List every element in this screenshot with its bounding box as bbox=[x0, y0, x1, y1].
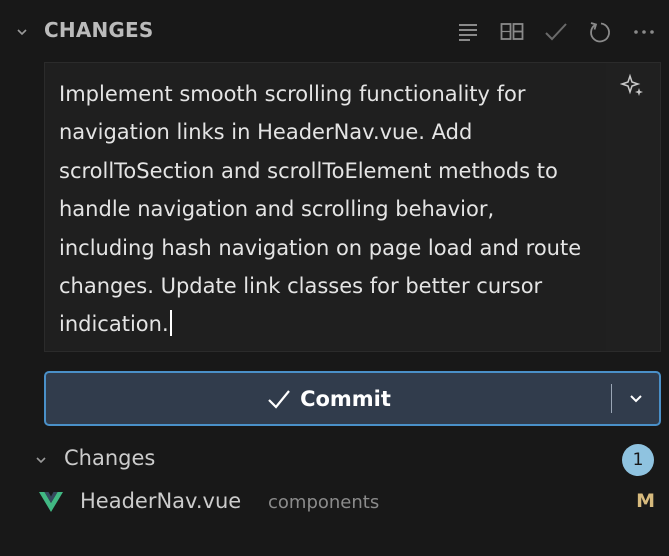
commit-message-input[interactable]: Implement smooth scrolling functionality… bbox=[44, 62, 661, 352]
sparkle-icon[interactable] bbox=[620, 73, 646, 99]
changes-header[interactable]: CHANGES bbox=[0, 0, 669, 62]
file-name: HeaderNav.vue bbox=[80, 489, 242, 513]
changes-group-header[interactable]: Changes 1 bbox=[0, 442, 669, 476]
vue-icon bbox=[39, 492, 63, 512]
tree-view-icon[interactable] bbox=[497, 17, 527, 47]
changes-group-label: Changes bbox=[64, 446, 156, 470]
commit-button-group: Commit bbox=[44, 371, 661, 426]
commit-options-dropdown[interactable] bbox=[612, 373, 659, 424]
check-icon[interactable] bbox=[541, 17, 571, 47]
list-icon[interactable] bbox=[453, 17, 483, 47]
chevron-down-icon[interactable] bbox=[16, 26, 28, 38]
section-title: CHANGES bbox=[44, 18, 154, 42]
chevron-down-icon bbox=[629, 394, 642, 402]
message-actions-area bbox=[606, 63, 660, 351]
commit-button[interactable]: Commit bbox=[46, 373, 611, 424]
check-icon bbox=[268, 389, 290, 409]
refresh-icon[interactable] bbox=[585, 17, 615, 47]
file-folder: components bbox=[268, 492, 380, 513]
text-caret bbox=[169, 310, 172, 337]
file-list-item[interactable]: HeaderNav.vue components M bbox=[0, 484, 669, 520]
commit-message-text[interactable]: Implement smooth scrolling functionality… bbox=[59, 75, 589, 344]
source-control-panel: CHANGES Implement smooth scrolling funct… bbox=[0, 0, 669, 556]
commit-button-label: Commit bbox=[300, 386, 391, 411]
file-status-modified: M bbox=[636, 490, 655, 512]
header-toolbar bbox=[453, 17, 659, 47]
chevron-down-icon[interactable] bbox=[35, 454, 47, 466]
changes-count-badge: 1 bbox=[622, 444, 654, 476]
more-icon[interactable] bbox=[629, 17, 659, 47]
